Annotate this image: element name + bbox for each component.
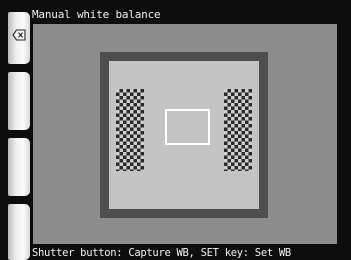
side-button-2[interactable] — [8, 72, 30, 130]
checkerboard-pattern-right — [224, 89, 252, 171]
checkerboard-pattern-left — [116, 89, 144, 171]
white-balance-target-frame — [165, 109, 210, 145]
camera-screen: Manual white balance Shutter button: Cap… — [0, 0, 351, 260]
backspace-x-icon — [12, 29, 26, 41]
back-button[interactable] — [8, 12, 30, 64]
instruction-hint: Shutter button: Capture WB, SET key: Set… — [32, 247, 291, 259]
side-button-3[interactable] — [8, 138, 30, 196]
gray-card-border — [100, 52, 268, 218]
gray-card — [109, 61, 259, 209]
side-button-column — [0, 12, 30, 260]
live-view — [33, 24, 337, 244]
side-button-4[interactable] — [8, 204, 30, 260]
screen-title: Manual white balance — [32, 8, 161, 21]
